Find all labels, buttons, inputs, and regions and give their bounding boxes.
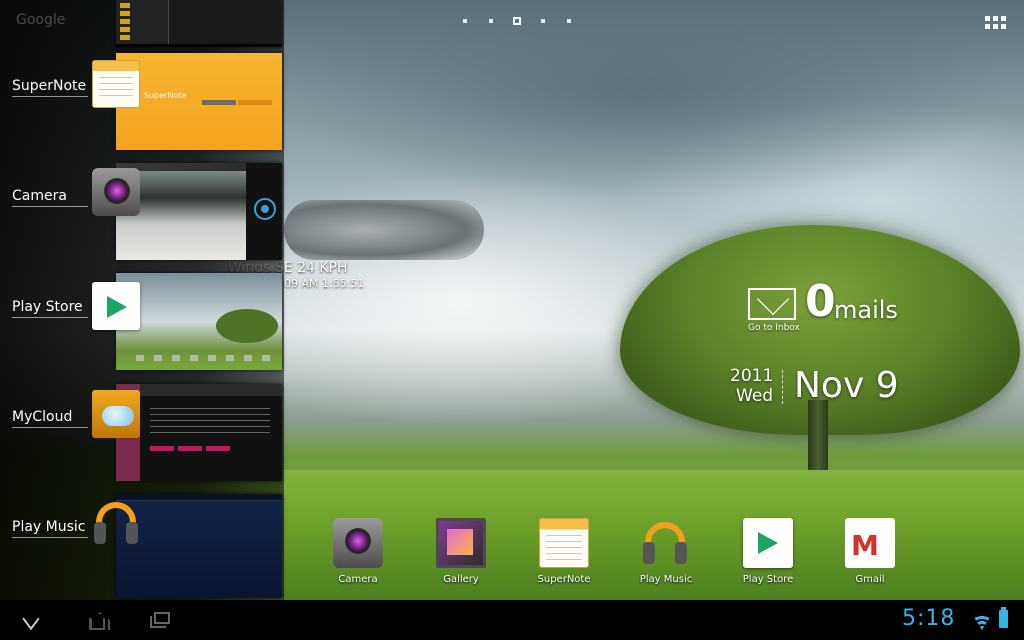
play-music-icon[interactable] xyxy=(641,518,691,568)
shutter-dot-icon xyxy=(261,205,269,213)
dock-supernote[interactable]: SuperNote xyxy=(524,518,604,585)
grid-icon[interactable] xyxy=(985,16,1006,30)
dock-label: Play Store xyxy=(742,574,794,585)
recent-thumb-files[interactable] xyxy=(116,0,282,47)
play-music-icon[interactable] xyxy=(92,498,140,546)
mail-unit: mails xyxy=(834,296,898,324)
thumb-dock xyxy=(136,355,276,361)
recent-apps-icon[interactable] xyxy=(146,608,176,632)
dock-label: Gallery xyxy=(443,574,479,585)
weather-updated: 09 AM 1:55:51 xyxy=(284,277,365,290)
recent-label-camera[interactable]: Camera xyxy=(12,188,88,207)
dock-play-music[interactable]: Play Music xyxy=(626,518,706,585)
recent-label-play-music[interactable]: Play Music xyxy=(12,519,88,538)
battery-icon[interactable] xyxy=(999,607,1008,628)
page-dot[interactable] xyxy=(541,19,545,23)
wallpaper-tree-trunk xyxy=(808,400,828,470)
dock-label: Play Music xyxy=(639,574,693,585)
gallery-icon[interactable] xyxy=(436,518,486,568)
dock-play-store[interactable]: Play Store xyxy=(728,518,808,585)
supernote-thumb-title: SuperNote xyxy=(144,91,187,100)
dock-gallery[interactable]: Gallery xyxy=(421,518,501,585)
wifi-icon[interactable] xyxy=(972,610,992,626)
mycloud-header xyxy=(140,384,282,396)
page-dot[interactable] xyxy=(567,19,571,23)
go-to-inbox-link[interactable]: Go to Inbox xyxy=(748,323,800,333)
supernote-thumb-button xyxy=(202,100,236,105)
recent-thumb-mycloud[interactable] xyxy=(116,384,282,481)
camera-icon[interactable] xyxy=(92,168,140,216)
date-weekday: Wed xyxy=(736,386,774,406)
date-divider xyxy=(782,370,784,404)
recent-label-supernote[interactable]: SuperNote xyxy=(12,78,88,97)
file-list xyxy=(116,0,169,44)
recents-ghost-title: Google xyxy=(16,12,66,28)
mycloud-button xyxy=(178,446,202,451)
page-dot-active[interactable] xyxy=(513,17,521,25)
envelope-icon[interactable] xyxy=(748,288,796,320)
recent-label-mycloud[interactable]: MyCloud xyxy=(12,409,88,428)
gmail-icon[interactable]: M xyxy=(845,518,895,568)
play-store-icon[interactable] xyxy=(743,518,793,568)
back-chevron-icon[interactable] xyxy=(18,608,48,632)
weather-cloud-icon xyxy=(284,200,484,260)
recent-thumb-camera[interactable] xyxy=(116,163,282,260)
mycloud-button xyxy=(150,446,174,451)
dock-gmail[interactable]: M Gmail xyxy=(830,518,910,585)
system-bar xyxy=(0,600,1024,640)
play-store-icon[interactable] xyxy=(92,282,140,330)
recent-apps-panel: Google SuperNote SuperNote Camera Play S… xyxy=(0,0,284,600)
dock-label: SuperNote xyxy=(537,574,591,585)
thumb-tree xyxy=(216,309,278,343)
mycloud-icon[interactable] xyxy=(92,390,140,438)
recent-thumb-play-store[interactable] xyxy=(116,273,282,370)
dock-camera[interactable]: Camera xyxy=(318,518,398,585)
play-music-topbar xyxy=(116,494,282,501)
status-clock[interactable]: 5:18 xyxy=(902,606,955,631)
mycloud-text xyxy=(150,408,270,434)
date-year: 2011 xyxy=(730,366,774,386)
mycloud-button xyxy=(206,446,230,451)
dock-label: Camera xyxy=(338,574,378,585)
supernote-thumb-button xyxy=(238,100,272,105)
home-icon[interactable] xyxy=(84,608,114,632)
camera-icon[interactable] xyxy=(333,518,383,568)
recent-label-play-store[interactable]: Play Store xyxy=(12,299,88,318)
date-month-day: Nov 9 xyxy=(794,365,899,406)
recent-thumb-supernote[interactable]: SuperNote xyxy=(116,53,282,150)
mail-count: 0 xyxy=(805,276,836,327)
dock-label: Gmail xyxy=(855,574,885,585)
page-indicator xyxy=(452,16,582,28)
supernote-icon[interactable] xyxy=(539,518,589,568)
supernote-icon[interactable] xyxy=(92,60,140,108)
page-dot[interactable] xyxy=(463,19,467,23)
page-dot[interactable] xyxy=(489,19,493,23)
recent-thumb-play-music[interactable] xyxy=(116,494,282,598)
